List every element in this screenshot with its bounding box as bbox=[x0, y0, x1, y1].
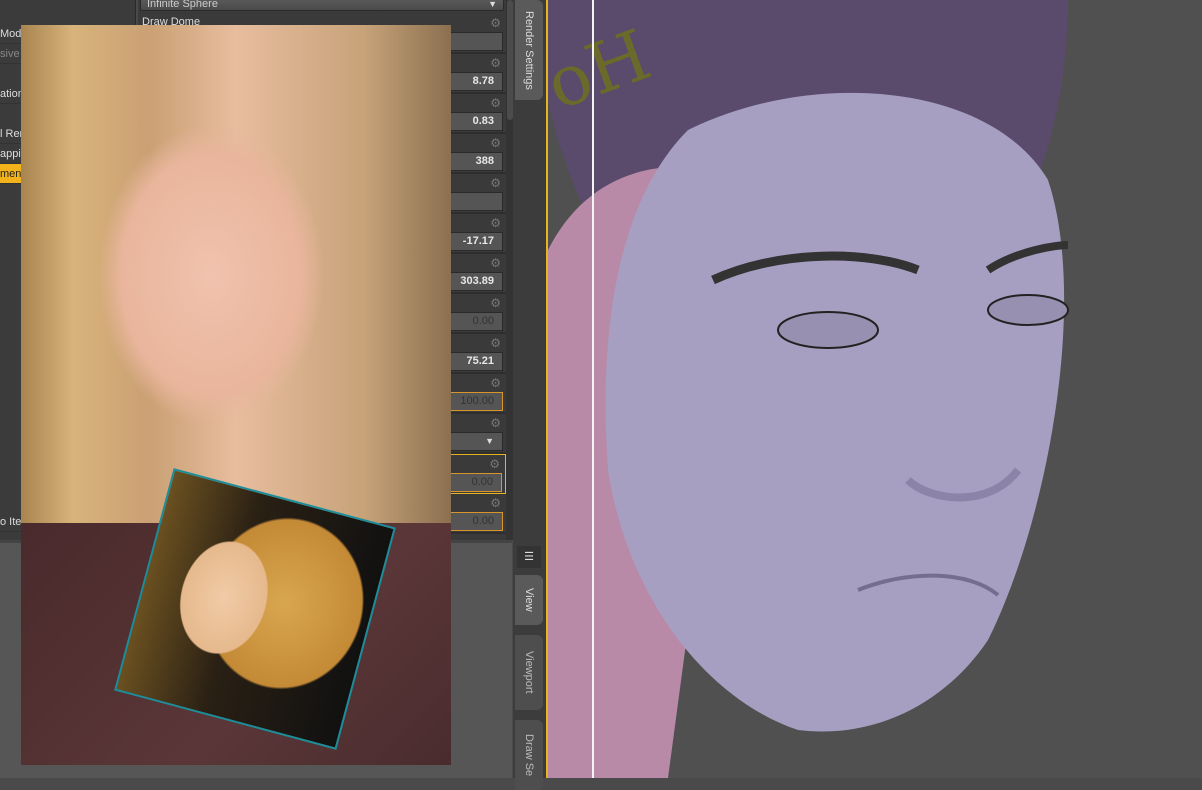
gear-icon[interactable]: ⚙ bbox=[490, 56, 501, 70]
value: 8.78 bbox=[472, 75, 494, 87]
value: 75.21 bbox=[466, 355, 494, 367]
dome-mode-value: Infinite Sphere bbox=[147, 0, 218, 10]
gear-icon[interactable]: ⚙ bbox=[490, 296, 501, 310]
panel-menu-icon[interactable]: ☰ bbox=[517, 546, 541, 568]
gear-icon[interactable]: ⚙ bbox=[490, 216, 501, 230]
side-tabs: Render Settings ☰ View Viewport Draw Se bbox=[513, 0, 546, 790]
chevron-down-icon: ▼ bbox=[488, 0, 497, 9]
value: 303.89 bbox=[460, 275, 494, 287]
tab-view[interactable]: View bbox=[515, 575, 543, 625]
3d-head-model: oH bbox=[548, 0, 1069, 778]
guide-line bbox=[592, 0, 594, 778]
value: -17.17 bbox=[462, 235, 494, 247]
reference-photo-front bbox=[21, 25, 451, 523]
value: 0.00 bbox=[471, 476, 493, 488]
value: 388 bbox=[475, 155, 494, 167]
eye-right bbox=[987, 294, 1069, 326]
value: 100.00 bbox=[460, 395, 494, 407]
gear-icon[interactable]: ⚙ bbox=[490, 176, 501, 190]
value: 0.00 bbox=[472, 315, 494, 327]
gear-icon[interactable]: ⚙ bbox=[490, 16, 501, 30]
gear-icon[interactable]: ⚙ bbox=[490, 496, 501, 510]
eye-left bbox=[777, 311, 879, 349]
gear-icon[interactable]: ⚙ bbox=[490, 376, 501, 390]
gear-icon[interactable]: ⚙ bbox=[489, 457, 500, 471]
gear-icon[interactable]: ⚙ bbox=[490, 336, 501, 350]
gear-icon[interactable]: ⚙ bbox=[490, 416, 501, 430]
value: 0.00 bbox=[472, 515, 494, 527]
gear-icon[interactable]: ⚙ bbox=[490, 96, 501, 110]
gear-icon[interactable]: ⚙ bbox=[490, 256, 501, 270]
tab-viewport[interactable]: Viewport bbox=[515, 635, 543, 710]
3d-viewport[interactable]: oH bbox=[548, 0, 1202, 778]
chevron-down-icon: ▼ bbox=[485, 436, 494, 446]
gear-icon[interactable]: ⚙ bbox=[490, 136, 501, 150]
value: 0.83 bbox=[472, 115, 494, 127]
dome-mode-select[interactable]: Infinite Sphere ▼ bbox=[140, 0, 504, 11]
tab-render-settings[interactable]: Render Settings bbox=[515, 0, 543, 100]
tab-draw-settings[interactable]: Draw Se bbox=[515, 720, 543, 790]
